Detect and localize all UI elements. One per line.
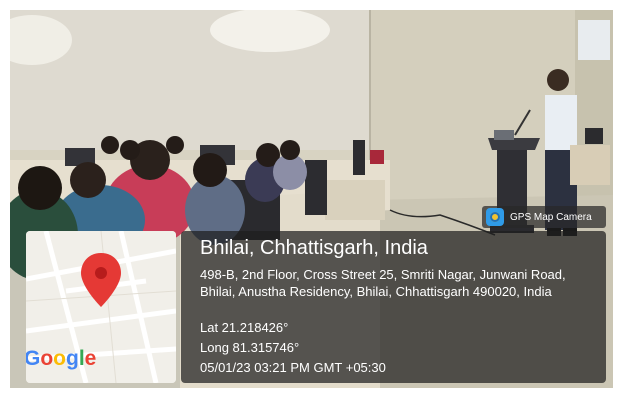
longitude-text: Long 81.315746° [200, 340, 300, 355]
badge-label: GPS Map Camera [510, 211, 592, 223]
camera-app-icon [486, 208, 504, 226]
location-info-panel: Bhilai, Chhattisgarh, India 498-B, 2nd F… [181, 231, 606, 383]
gps-map-camera-badge: GPS Map Camera [482, 206, 606, 228]
datetime-text: 05/01/23 03:21 PM GMT +05:30 [200, 360, 386, 375]
photo-frame: GPS Map Camera Google Bhilai, Chhattisga… [0, 0, 619, 394]
latitude-text: Lat 21.218426° [200, 320, 289, 335]
mini-map: Google [26, 231, 176, 383]
location-address: 498-B, 2nd Floor, Cross Street 25, Smrit… [200, 267, 566, 299]
location-title: Bhilai, Chhattisgarh, India [200, 237, 428, 259]
google-logo: Google [26, 347, 97, 370]
